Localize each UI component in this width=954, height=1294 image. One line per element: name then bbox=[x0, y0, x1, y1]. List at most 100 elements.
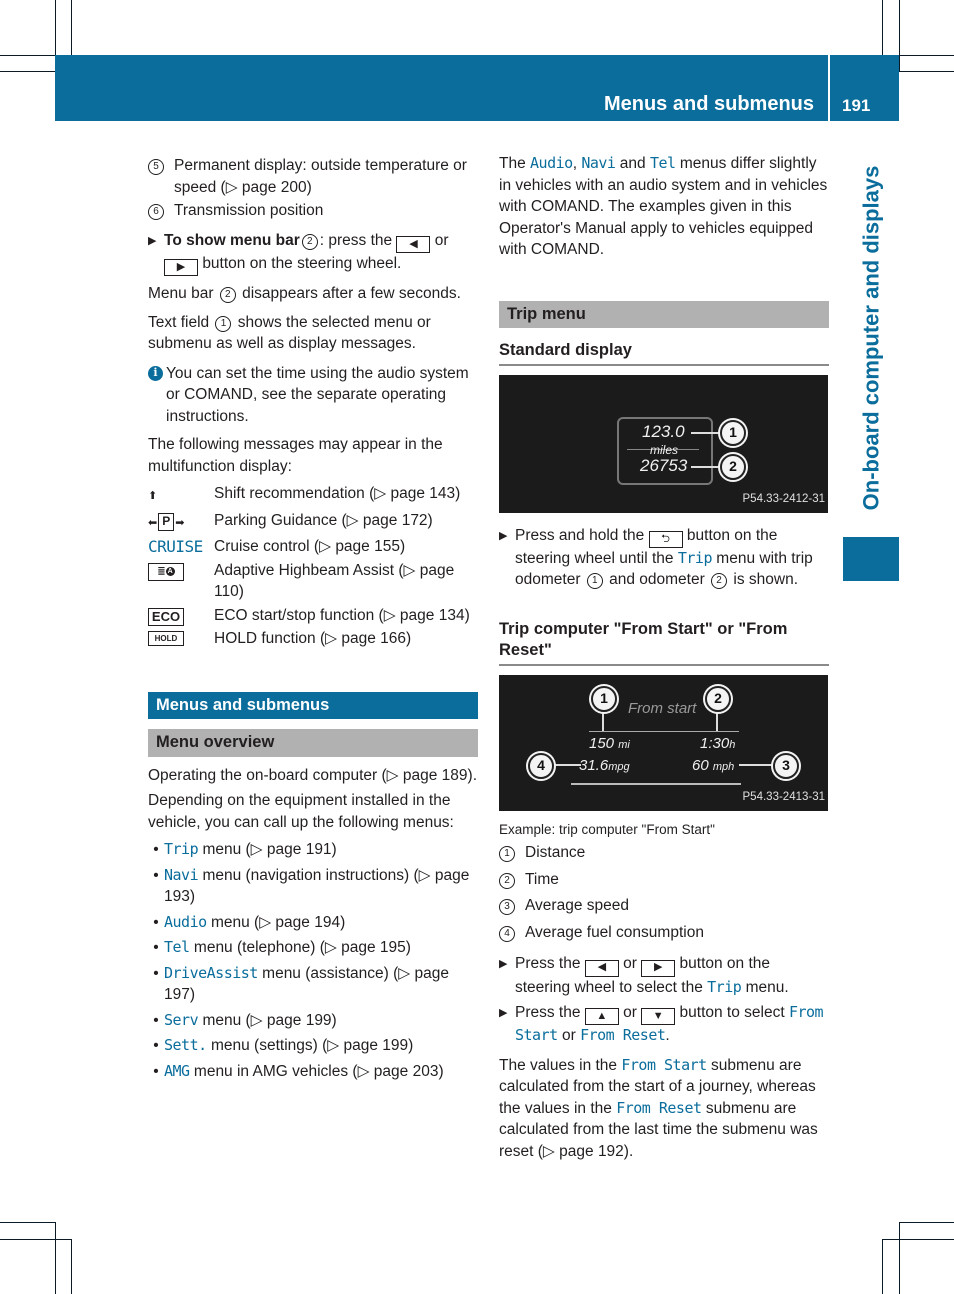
message-row: ≣ A Adaptive Highbeam Assist (▷ page 110) bbox=[148, 560, 478, 603]
chapter-tab-label: On-board computer and displays bbox=[843, 140, 899, 535]
legend-text: Time bbox=[525, 870, 559, 888]
text: , bbox=[572, 155, 577, 172]
step-arrow-icon: ▶ bbox=[499, 1007, 508, 1019]
hold-glyph: HOLD bbox=[148, 631, 184, 646]
menu-list-item: • AMG menu in AMG vehicles (▷ page 203) bbox=[148, 1061, 478, 1083]
text: The values in the bbox=[499, 1056, 618, 1074]
message-text: ECO start/stop function (▷ page 134) bbox=[214, 606, 470, 624]
text: button to select bbox=[679, 1004, 785, 1021]
menu-description: menu (settings) (▷ page 199) bbox=[210, 1037, 414, 1054]
crop-mark bbox=[71, 1239, 72, 1294]
callout-2: 2 bbox=[720, 453, 746, 480]
callout-number: 1 bbox=[586, 573, 603, 590]
menu-name: DriveAssist bbox=[164, 963, 258, 982]
eco-icon: ECO bbox=[148, 605, 214, 627]
right-column: The Audio, Navi and Tel menus differ sli… bbox=[499, 153, 829, 1162]
menu-name: Navi bbox=[164, 865, 199, 884]
paragraph: Operating the on-board computer (▷ page … bbox=[148, 766, 478, 784]
step-text: : press the bbox=[319, 231, 393, 249]
legend-item: 5 Permanent display: outside temperature… bbox=[148, 155, 478, 198]
menu-list-item: • Sett. menu (settings) (▷ page 199) bbox=[148, 1035, 478, 1057]
menu-name: Trip bbox=[707, 977, 742, 996]
figure-code: P54.33-2413-31 bbox=[742, 791, 825, 804]
message-row: HOLD HOLD function (▷ page 166) bbox=[148, 628, 478, 650]
text: Press and hold the bbox=[515, 526, 645, 544]
menu-name: Navi bbox=[581, 154, 616, 172]
subheading: Standard display bbox=[499, 340, 829, 366]
paragraph: Depending on the equipment installed in … bbox=[148, 792, 454, 831]
message-list: ⬆ Shift recommendation (▷ page 143) ⬅ P ➡ … bbox=[148, 483, 478, 650]
info-note: i You can set the time using the audio s… bbox=[148, 363, 478, 428]
crop-mark bbox=[899, 71, 954, 72]
callout-1: 1 bbox=[720, 419, 746, 446]
crop-mark bbox=[55, 0, 56, 55]
info-text: You can set the time using the audio sys… bbox=[166, 364, 469, 425]
menu-name: Audio bbox=[164, 912, 207, 931]
crop-mark bbox=[899, 55, 954, 56]
leader-line bbox=[739, 763, 774, 766]
figure-code: P54.33-2412-31 bbox=[742, 493, 825, 505]
crop-mark bbox=[899, 0, 900, 71]
message-text: Cruise control (▷ page 155) bbox=[214, 538, 406, 555]
menu-list-item: • Tel menu (telephone) (▷ page 195) bbox=[148, 937, 478, 959]
legend-text: Permanent display: outside temperature o… bbox=[174, 157, 467, 196]
left-column: 5 Permanent display: outside temperature… bbox=[148, 155, 478, 1086]
text: and bbox=[619, 155, 646, 172]
leader-line bbox=[551, 763, 581, 766]
message-text: HOLD function (▷ page 166) bbox=[214, 630, 412, 647]
right-arrow-key-icon: ▶ bbox=[164, 259, 198, 276]
bullet: • bbox=[153, 939, 159, 956]
text: menu. bbox=[745, 978, 789, 996]
step-arrow-icon: ▶ bbox=[499, 529, 508, 542]
instruction-step: ▶ Press the ▲ or ▼ button to select From… bbox=[499, 1002, 829, 1047]
chapter-tab-marker bbox=[843, 537, 899, 581]
menu-list-item: • DriveAssist menu (assistance) (▷ page 1… bbox=[148, 963, 478, 1006]
bullet: • bbox=[153, 1037, 159, 1054]
trip-computer-figure: From start 150 mi 1:30h 31.6mpg 60 mph 1… bbox=[499, 674, 828, 811]
legend-text: Transmission position bbox=[174, 202, 324, 219]
submenu-name: From Reset bbox=[580, 1026, 666, 1045]
standard-display-figure: 123.0 miles 26753 1 2 P54.33-2412-31 bbox=[499, 374, 828, 513]
callout-number: 4 bbox=[499, 925, 515, 942]
callout-number: 6 bbox=[148, 204, 164, 220]
distance-value: 150 mi bbox=[589, 733, 630, 757]
cruise-text-icon: CRUISE bbox=[148, 537, 203, 556]
message-row: ⬅ P ➡ Parking Guidance (▷ page 172) bbox=[148, 510, 478, 535]
odometer-value: 26753 bbox=[640, 455, 688, 475]
callout-number: 1 bbox=[499, 846, 515, 863]
leader-line bbox=[691, 431, 721, 434]
text: or bbox=[561, 1027, 576, 1045]
step-text: button on the steering wheel. bbox=[202, 254, 402, 272]
crop-mark bbox=[899, 1222, 900, 1294]
legend-text: Distance bbox=[525, 844, 586, 862]
menu-name: Serv bbox=[164, 1010, 199, 1029]
callout-number: 2 bbox=[219, 287, 236, 303]
fuel-number: 31.6 bbox=[579, 756, 609, 774]
menu-name: Trip bbox=[164, 840, 199, 858]
fuel-value: 31.6mpg bbox=[579, 755, 630, 779]
left-arrow-key-icon: ◀ bbox=[396, 235, 431, 253]
message-text: Shift recommendation (▷ page 143) bbox=[214, 485, 461, 502]
crop-mark bbox=[0, 55, 55, 56]
page-header: Menus and submenus bbox=[55, 55, 828, 121]
subsection-heading: Menu overview bbox=[148, 729, 478, 757]
figure-title: From start bbox=[628, 699, 697, 717]
figure-caption: Example: trip computer "From Start" bbox=[499, 821, 715, 837]
parking-guidance-icon: ⬅ P ➡ bbox=[148, 512, 185, 531]
legend-text: Average fuel consumption bbox=[525, 923, 704, 941]
text: is shown. bbox=[733, 571, 799, 589]
step-text: or bbox=[434, 231, 449, 249]
crop-mark bbox=[882, 0, 883, 55]
bullet: • bbox=[153, 913, 159, 931]
callout-number: 5 bbox=[148, 159, 164, 175]
step-arrow-icon: ▶ bbox=[499, 958, 508, 971]
crop-mark bbox=[71, 0, 72, 55]
left-arrow-key-icon: ◀ bbox=[584, 959, 619, 977]
highbeam-assist-icon: ≣ A bbox=[148, 560, 214, 603]
text: disappears after a few seconds. bbox=[242, 285, 461, 302]
message-text: Adaptive Highbeam Assist (▷ page 110) bbox=[214, 561, 455, 601]
time-value: 1:30h bbox=[700, 733, 735, 757]
text: or bbox=[623, 1004, 637, 1021]
text: Press the bbox=[515, 1004, 581, 1021]
legend-item: 6 Transmission position bbox=[148, 200, 478, 222]
